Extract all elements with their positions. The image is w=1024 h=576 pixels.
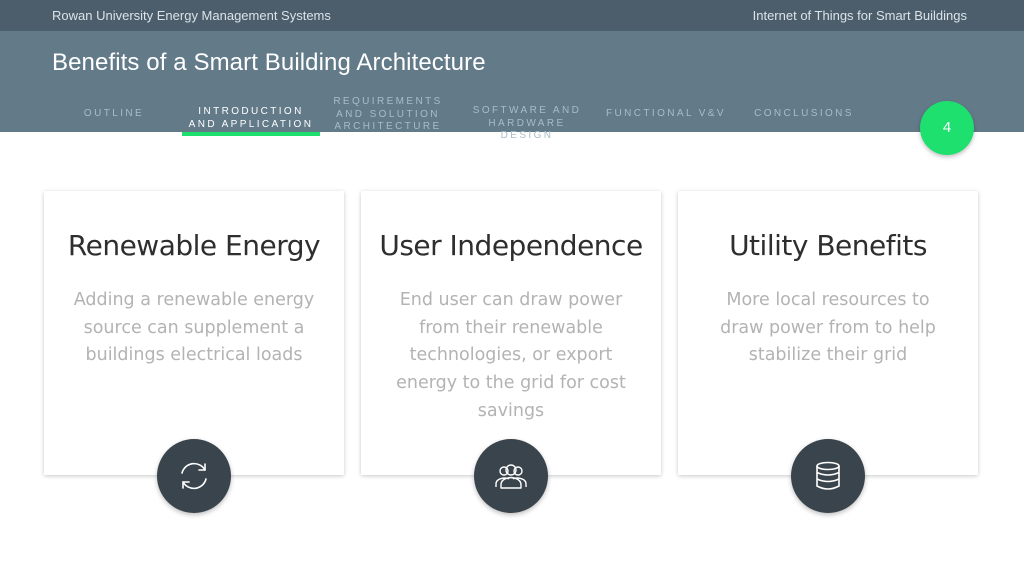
organization-label: Rowan University Energy Management Syste… bbox=[52, 8, 331, 23]
tab-label: AND APPLICATION bbox=[188, 118, 314, 130]
tab-label: CONCLUSIONS bbox=[754, 108, 854, 119]
card-renewable-energy: Renewable Energy Adding a renewable ener… bbox=[44, 191, 344, 475]
tab-label: REQUIREMENTS bbox=[333, 96, 443, 107]
tab-label: ARCHITECTURE bbox=[334, 121, 442, 132]
tab-label: INTRODUCTION bbox=[198, 106, 304, 117]
tab-label: SOFTWARE AND bbox=[472, 105, 582, 116]
card-user-independence: User Independence End user can draw powe… bbox=[361, 191, 661, 475]
tab-functional-vv[interactable]: FUNCTIONAL V&V bbox=[602, 108, 730, 121]
card-body: More local resources to draw power from … bbox=[720, 290, 936, 366]
card-body: End user can draw power from their renew… bbox=[396, 290, 626, 421]
card-utility-benefits: Utility Benefits More local resources to… bbox=[678, 191, 978, 475]
tab-label: FUNCTIONAL V&V bbox=[606, 108, 726, 119]
tab-conclusions[interactable]: CONCLUSIONS bbox=[752, 108, 856, 121]
tab-introduction[interactable]: INTRODUCTION AND APPLICATION bbox=[182, 106, 320, 131]
top-bar: Rowan University Energy Management Syste… bbox=[0, 0, 1024, 31]
tab-outline[interactable]: OUTLINE bbox=[76, 108, 152, 121]
active-tab-indicator bbox=[182, 132, 320, 136]
course-label: Internet of Things for Smart Buildings bbox=[752, 8, 967, 23]
page-title: Benefits of a Smart Building Architectur… bbox=[52, 49, 486, 76]
card-title: Renewable Energy bbox=[67, 229, 321, 262]
card-title: Utility Benefits bbox=[729, 229, 927, 262]
users-icon bbox=[474, 439, 548, 513]
database-icon bbox=[791, 439, 865, 513]
card-body: Adding a renewable energy source can sup… bbox=[73, 290, 315, 366]
tab-label: OUTLINE bbox=[83, 108, 145, 119]
tab-label: HARDWARE DESIGN bbox=[488, 117, 566, 142]
tab-requirements[interactable]: REQUIREMENTS AND SOLUTION ARCHITECTURE bbox=[332, 96, 444, 134]
refresh-icon bbox=[157, 439, 231, 513]
tab-software-hardware[interactable]: SOFTWARE AND HARDWARE DESIGN bbox=[460, 105, 594, 143]
page-number-badge: 4 bbox=[920, 101, 974, 155]
card-title: User Independence bbox=[379, 229, 643, 262]
tab-label: AND SOLUTION bbox=[336, 108, 440, 120]
